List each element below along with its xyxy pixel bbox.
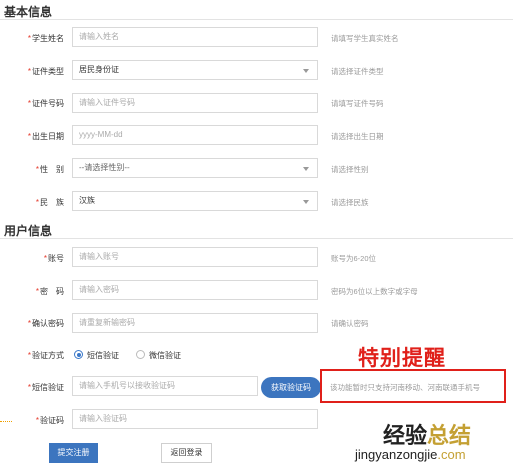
label-text: 民 族 <box>40 198 64 207</box>
back-to-login-button[interactable]: 返回登录 <box>161 443 212 463</box>
code-input[interactable]: 请输入验证码 <box>72 409 318 429</box>
watermark-text: 经验 <box>383 423 428 449</box>
notice-text: 该功能暂时只支持河南移动、河南联通手机号 <box>330 383 480 392</box>
label-text: 验证方式 <box>32 351 64 360</box>
label-ethnic: *民 族 <box>0 197 64 208</box>
required-mark: * <box>27 67 31 76</box>
label-password: *密 码 <box>0 286 64 297</box>
label-text: 证件号码 <box>32 99 64 108</box>
section-divider <box>0 238 513 239</box>
hint-confirm-password: 请确认密码 <box>331 319 369 328</box>
hint-student-name: 请填写学生真实姓名 <box>331 34 399 43</box>
section-title-user: 用户信息 <box>4 224 53 238</box>
select-value: 汉族 <box>79 196 95 205</box>
label-verify-method: *验证方式 <box>0 350 64 361</box>
label-id-type: *证件类型 <box>0 66 64 77</box>
required-mark: * <box>27 99 31 108</box>
hint-account: 账号为6-20位 <box>331 254 377 263</box>
hint-gender: 请选择性别 <box>331 165 369 174</box>
label-sms: *短信验证 <box>0 382 64 393</box>
watermark-url-accent: .com <box>437 447 466 462</box>
required-mark: * <box>35 416 39 425</box>
birth-date-input[interactable]: yyyy-MM-dd <box>72 125 318 145</box>
label-text: 验证码 <box>40 416 64 425</box>
required-mark: * <box>27 383 31 392</box>
section-title-basic: 基本信息 <box>4 5 53 19</box>
label-code: *验证码 <box>0 415 64 426</box>
student-name-input[interactable]: 请输入姓名 <box>72 27 318 47</box>
label-student-name: *学生姓名 <box>0 33 64 44</box>
label-text: 确认密码 <box>32 319 64 328</box>
get-code-button[interactable]: 获取验证码 <box>261 377 321 398</box>
label-confirm-password: *确认密码 <box>0 318 64 329</box>
label-text: 出生日期 <box>32 132 64 141</box>
account-input[interactable]: 请输入账号 <box>72 247 318 267</box>
ethnic-select[interactable]: 汉族 <box>72 191 318 211</box>
watermark-url-text: jingyanzongjie <box>355 447 438 462</box>
select-value: --请选择性别-- <box>79 163 130 172</box>
required-mark: * <box>27 132 31 141</box>
required-mark: * <box>27 34 31 43</box>
password-input[interactable]: 请输入密码 <box>72 280 318 300</box>
watermark-url: jingyanzongjie.com <box>355 447 466 462</box>
required-mark: * <box>35 287 39 296</box>
hint-id-type: 请选择证件类型 <box>331 67 384 76</box>
chevron-down-icon <box>303 69 309 73</box>
watermark-logo: 经验总结 <box>383 418 471 450</box>
submit-button[interactable]: 提交注册 <box>49 443 98 463</box>
label-account: *账号 <box>0 253 64 264</box>
label-gender: *性 别 <box>0 164 64 175</box>
hint-password: 密码为6位以上数字或字母 <box>331 287 418 296</box>
label-text: 密 码 <box>40 287 64 296</box>
label-text: 短信验证 <box>32 383 64 392</box>
required-mark: * <box>35 165 39 174</box>
id-type-select[interactable]: 居民身份证 <box>72 60 318 80</box>
label-text: 证件类型 <box>32 67 64 76</box>
radio-sms-label[interactable]: 短信验证 <box>87 350 119 361</box>
section-divider <box>0 19 513 20</box>
watermark-accent: 总结 <box>427 423 472 449</box>
required-mark: * <box>27 319 31 328</box>
notice-title: 特别提醒 <box>358 345 446 370</box>
label-text: 账号 <box>48 254 64 263</box>
radio-wechat[interactable] <box>136 350 145 359</box>
select-value: 居民身份证 <box>79 65 119 74</box>
label-text: 学生姓名 <box>32 34 64 43</box>
id-number-input[interactable]: 请输入证件号码 <box>72 93 318 113</box>
phone-input[interactable]: 请输入手机号以接收验证码 <box>72 376 258 396</box>
radio-wechat-label[interactable]: 微信验证 <box>149 350 181 361</box>
confirm-password-input[interactable]: 请重复新输密码 <box>72 313 318 333</box>
label-text: 性 别 <box>40 165 64 174</box>
hint-id-number: 请填写证件号码 <box>331 99 384 108</box>
label-birth-date: *出生日期 <box>0 131 64 142</box>
required-mark: * <box>27 351 31 360</box>
radio-sms[interactable] <box>74 350 83 359</box>
required-mark: * <box>43 254 47 263</box>
hint-birth-date: 请选择出生日期 <box>331 132 384 141</box>
required-mark: * <box>35 198 39 207</box>
gender-select[interactable]: --请选择性别-- <box>72 158 318 178</box>
hint-ethnic: 请选择民族 <box>331 198 369 207</box>
chevron-down-icon <box>303 167 309 171</box>
chevron-down-icon <box>303 200 309 204</box>
label-id-number: *证件号码 <box>0 98 64 109</box>
